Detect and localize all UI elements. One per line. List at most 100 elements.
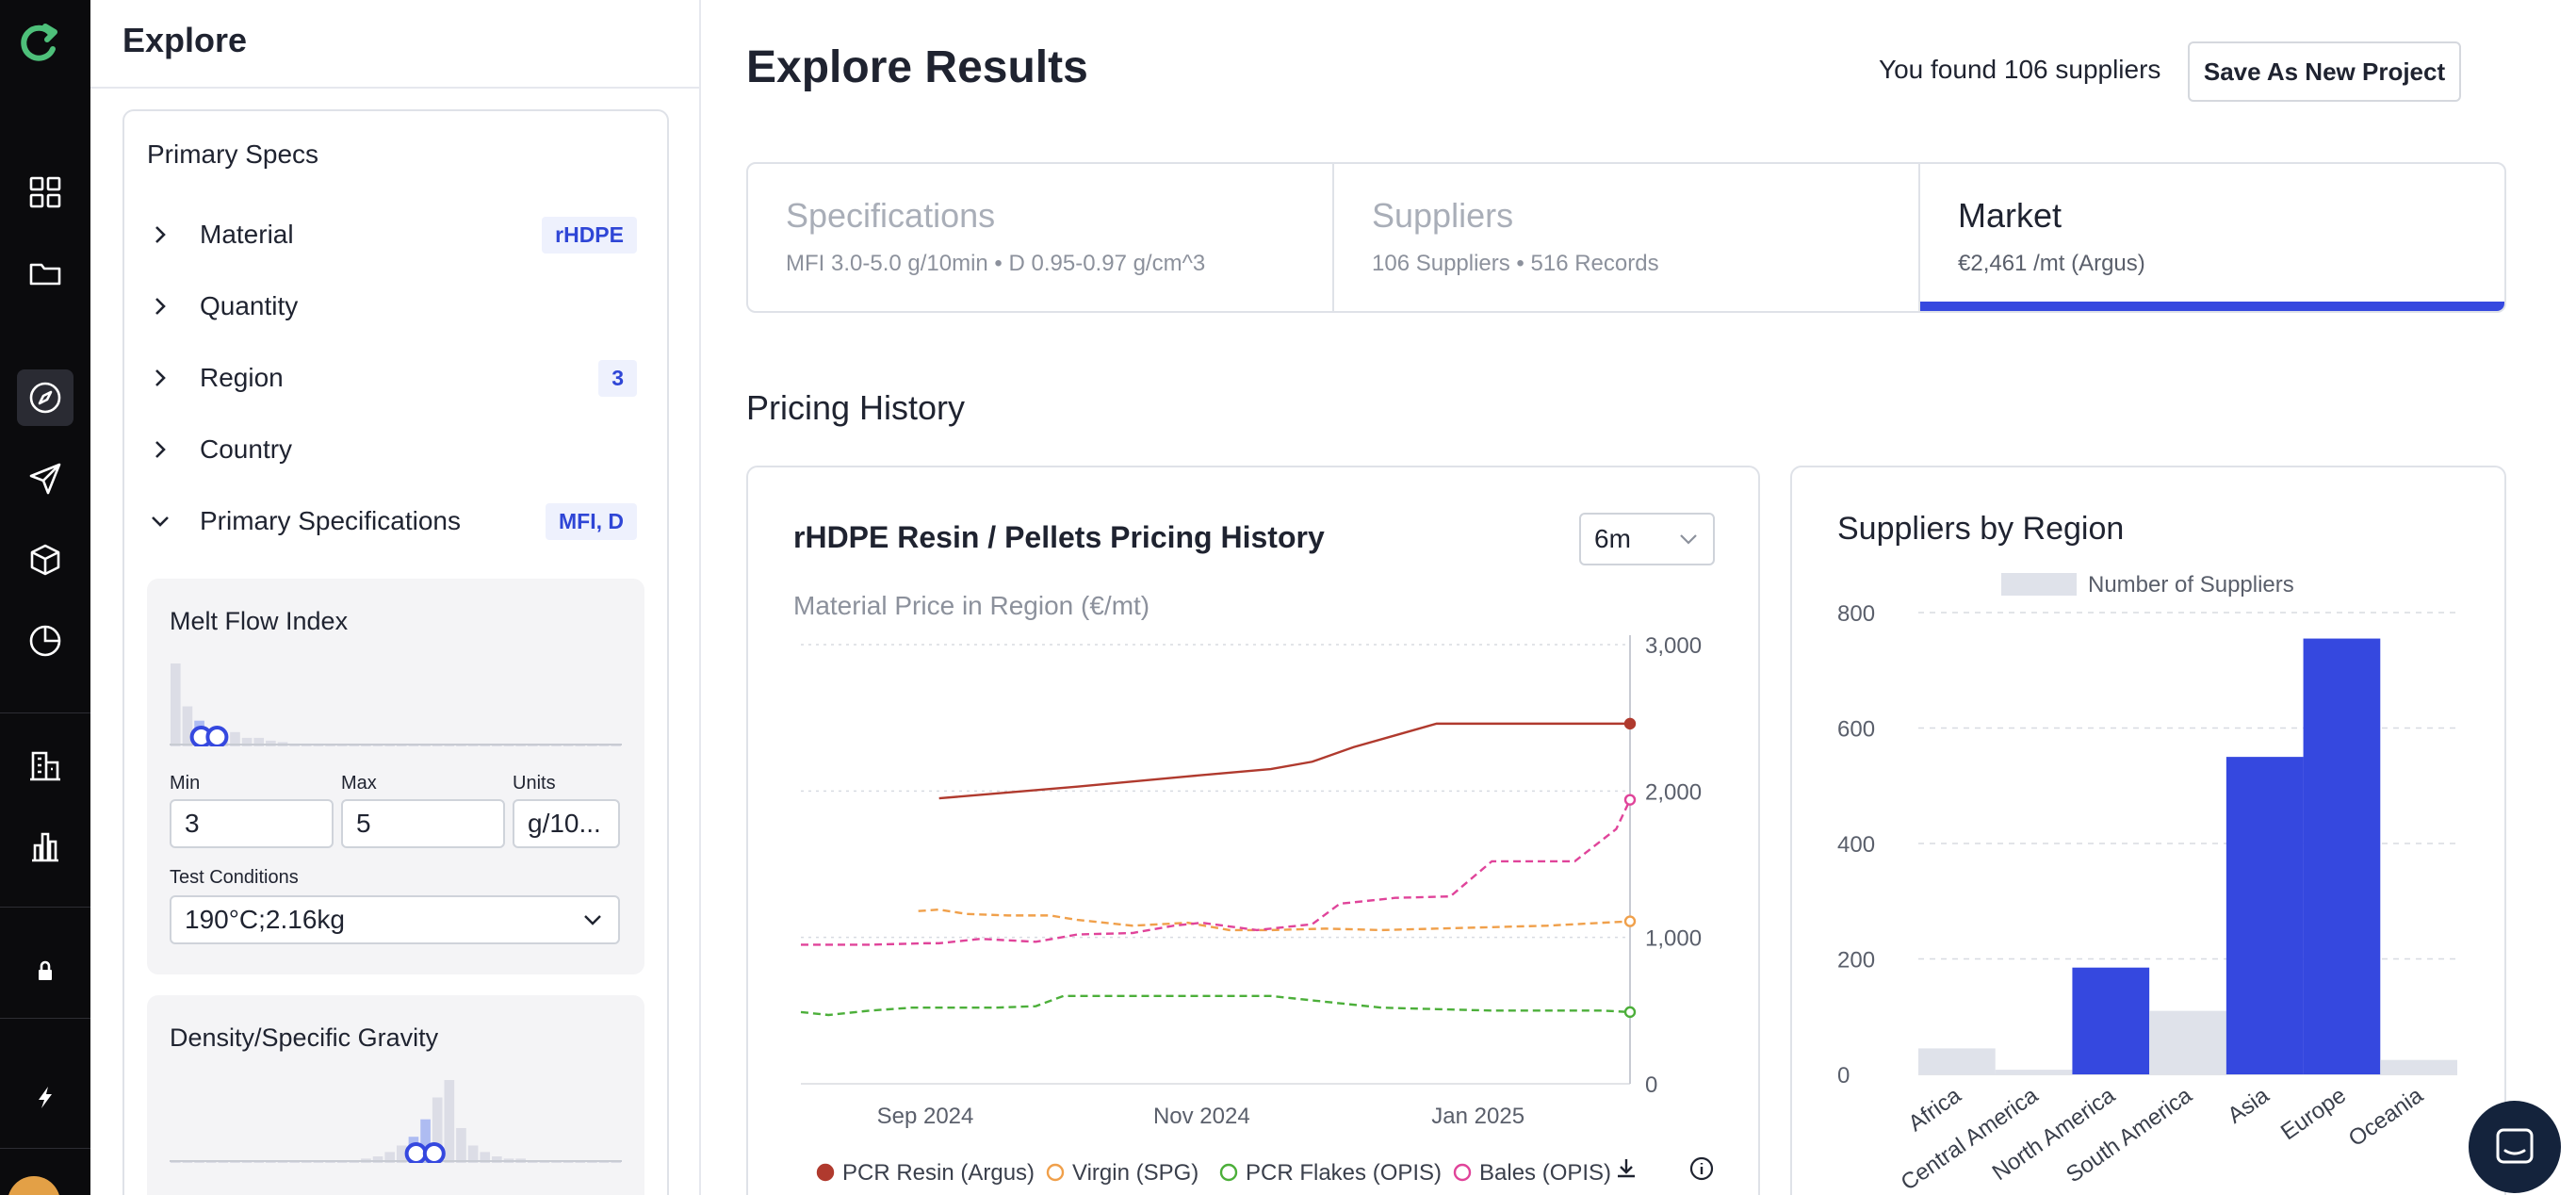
tab-subtitle: €2,461 /mt (Argus) bbox=[1958, 251, 2145, 276]
filter-label: Country bbox=[200, 434, 293, 464]
range-handle[interactable] bbox=[422, 1142, 446, 1163]
send-nav[interactable] bbox=[17, 450, 73, 507]
bar-chart-icon bbox=[32, 832, 58, 862]
filter-label: Primary Specifications bbox=[200, 506, 461, 535]
rail-divider bbox=[0, 907, 90, 908]
y-tick-label: 3,000 bbox=[1645, 633, 1702, 659]
projects-nav[interactable] bbox=[17, 245, 73, 302]
rail-divider bbox=[0, 1018, 90, 1019]
legend-marker[interactable] bbox=[816, 1163, 835, 1182]
legend-marker[interactable] bbox=[1046, 1163, 1065, 1182]
units-label: Units bbox=[513, 773, 556, 794]
compass-icon bbox=[29, 382, 61, 414]
x-tick-label: Jan 2025 bbox=[1431, 1104, 1524, 1129]
chat-support-button[interactable] bbox=[2469, 1101, 2561, 1193]
series-line bbox=[800, 994, 1631, 1017]
region-bar[interactable] bbox=[2072, 967, 2150, 1074]
filter-primary-specifications[interactable]: Primary Specifications MFI, D bbox=[147, 498, 637, 545]
y-tick-label: 800 bbox=[1837, 601, 1875, 627]
tab-specifications[interactable]: Specifications MFI 3.0-5.0 g/10min • D 0… bbox=[748, 164, 1334, 311]
legend-label[interactable]: PCR Flakes (OPIS) bbox=[1246, 1160, 1442, 1186]
filter-badge: 3 bbox=[598, 359, 637, 397]
units-select[interactable]: g/10... bbox=[513, 799, 620, 848]
x-tick-label: Central America bbox=[1897, 1082, 2044, 1195]
density-histogram[interactable] bbox=[170, 1072, 622, 1163]
region-bar[interactable] bbox=[2225, 757, 2304, 1074]
lock-nav[interactable] bbox=[17, 942, 73, 999]
y-tick-label: 2,000 bbox=[1645, 779, 1702, 805]
tab-market[interactable]: Market €2,461 /mt (Argus) bbox=[1920, 164, 2504, 311]
series-line bbox=[801, 799, 1632, 946]
tab-subtitle: 106 Suppliers • 516 Records bbox=[1372, 251, 1659, 276]
bolt-icon bbox=[39, 1087, 52, 1108]
filter-region[interactable]: Region 3 bbox=[147, 354, 637, 401]
density-filter: Density/Specific Gravity bbox=[147, 995, 644, 1195]
products-nav[interactable] bbox=[17, 532, 73, 588]
filter-badge: MFI, D bbox=[546, 502, 637, 540]
series-line bbox=[918, 908, 1631, 932]
density-title: Density/Specific Gravity bbox=[170, 1023, 439, 1052]
region-bar[interactable] bbox=[2303, 638, 2381, 1074]
series-end-point bbox=[1623, 717, 1637, 730]
histogram-bar bbox=[171, 663, 181, 746]
chevron-down-icon bbox=[584, 915, 601, 925]
x-tick-label: Africa bbox=[1904, 1082, 1966, 1137]
app-logo[interactable] bbox=[13, 19, 62, 68]
filter-country[interactable]: Country bbox=[147, 426, 637, 473]
send-icon bbox=[29, 463, 61, 495]
info-icon[interactable] bbox=[1689, 1156, 1714, 1181]
tab-suppliers[interactable]: Suppliers 106 Suppliers • 516 Records bbox=[1334, 164, 1920, 311]
test-conditions-select[interactable]: 190°C;2.16kg bbox=[170, 895, 620, 944]
quick-action-nav[interactable] bbox=[17, 1069, 73, 1125]
reports-nav[interactable] bbox=[17, 613, 73, 669]
range-handle[interactable] bbox=[205, 726, 229, 746]
suppliers-bar-chart: Number of Suppliers 0 200 400 600 800 AfricaCe… bbox=[1837, 572, 2457, 1195]
region-bar[interactable] bbox=[1918, 1048, 1996, 1074]
chat-icon bbox=[2496, 1128, 2534, 1164]
explore-nav[interactable] bbox=[17, 369, 73, 426]
download-icon-shape bbox=[1618, 1159, 1635, 1178]
save-as-new-project-button[interactable]: Save As New Project bbox=[2188, 41, 2461, 102]
region-bar[interactable] bbox=[2149, 1010, 2226, 1074]
histogram-bar bbox=[266, 740, 276, 746]
dashboard-nav[interactable] bbox=[17, 164, 73, 221]
mfi-histogram[interactable] bbox=[170, 656, 622, 746]
y-tick-label: 0 bbox=[1837, 1063, 1850, 1089]
legend-swatch bbox=[2001, 573, 2077, 596]
y-tick-label: 0 bbox=[1645, 1072, 1657, 1098]
analytics-nav[interactable] bbox=[17, 818, 73, 875]
tab-title: Specifications bbox=[786, 196, 996, 235]
filter-quantity[interactable]: Quantity bbox=[147, 283, 637, 330]
test-conditions-label: Test Conditions bbox=[170, 867, 299, 888]
lock-icon bbox=[39, 960, 52, 980]
legend-label[interactable]: PCR Resin (Argus) bbox=[842, 1160, 1035, 1186]
legend-label[interactable]: Virgin (SPG) bbox=[1072, 1160, 1198, 1186]
min-input[interactable]: 3 bbox=[170, 799, 334, 848]
range-handle[interactable] bbox=[404, 1142, 428, 1163]
series-line bbox=[938, 722, 1630, 800]
cube-icon bbox=[30, 544, 60, 576]
filter-badge: rHDPE bbox=[542, 216, 637, 254]
series-end-point bbox=[1623, 1006, 1637, 1019]
companies-nav[interactable] bbox=[17, 737, 73, 794]
series-end-point bbox=[1623, 794, 1637, 806]
pricing-history-card: rHDPE Resin / Pellets Pricing History 6m… bbox=[746, 466, 1760, 1195]
building-icon bbox=[30, 751, 60, 781]
pie-chart-icon bbox=[29, 625, 61, 657]
download-icon[interactable] bbox=[1618, 1159, 1635, 1178]
page-title: Explore Results bbox=[746, 42, 1088, 92]
filter-material[interactable]: Material rHDPE bbox=[147, 211, 637, 258]
x-tick-label: Asia bbox=[2223, 1082, 2274, 1128]
histogram-bar bbox=[456, 1127, 466, 1163]
x-tick-label: Europe bbox=[2276, 1083, 2351, 1146]
legend-label[interactable]: Bales (OPIS) bbox=[1479, 1160, 1611, 1186]
avatar[interactable] bbox=[8, 1176, 60, 1195]
rail-divider bbox=[0, 712, 90, 713]
region-bar[interactable] bbox=[1995, 1070, 2073, 1074]
legend-marker[interactable] bbox=[1219, 1163, 1238, 1182]
max-input[interactable]: 5 bbox=[341, 799, 505, 848]
x-tick-label: Nov 2024 bbox=[1153, 1104, 1250, 1129]
region-bar[interactable] bbox=[2380, 1059, 2457, 1074]
legend-marker[interactable] bbox=[1453, 1163, 1472, 1182]
chevron-right-icon bbox=[155, 369, 166, 386]
